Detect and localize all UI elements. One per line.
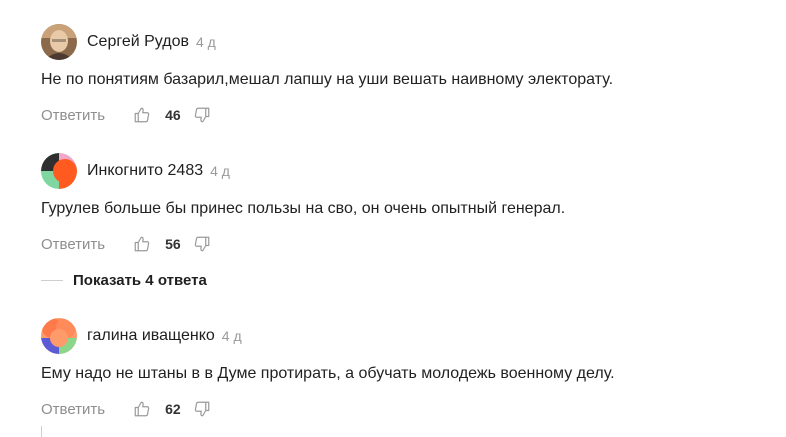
avatar[interactable] (41, 153, 77, 189)
avatar[interactable] (41, 318, 77, 354)
comment-actions: Ответить 46 (41, 104, 761, 126)
comment-header: Инкогнито 2483 4 д (41, 153, 761, 189)
like-count: 56 (165, 236, 181, 252)
comment: галина иващенко 4 д Ему надо не штаны в … (41, 318, 761, 420)
like-button[interactable]: 56 (133, 235, 181, 253)
reply-button[interactable]: Ответить (41, 401, 105, 418)
show-replies-button[interactable]: Показать 4 ответа (73, 272, 207, 289)
thumb-down-icon (194, 401, 210, 417)
thread-connector (41, 279, 63, 281)
comment-header: Сергей Рудов 4 д (41, 24, 761, 60)
author-name[interactable]: Инкогнито 2483 (87, 162, 203, 180)
author-name[interactable]: Сергей Рудов (87, 33, 189, 51)
comment-actions: Ответить 56 (41, 233, 761, 255)
reply-button[interactable]: Ответить (41, 236, 105, 253)
thumb-down-icon (194, 107, 210, 123)
thumb-up-icon (134, 107, 150, 123)
thumb-down-icon (194, 236, 210, 252)
comment-time: 4 д (210, 163, 230, 179)
author-name[interactable]: галина иващенко (87, 327, 215, 345)
comment-time: 4 д (196, 34, 216, 50)
thumb-up-icon (134, 401, 150, 417)
dislike-button[interactable] (193, 106, 211, 124)
comment-time: 4 д (221, 328, 242, 344)
avatar[interactable] (41, 24, 77, 60)
show-replies[interactable]: Показать 4 ответа (41, 270, 207, 290)
dislike-button[interactable] (193, 400, 211, 418)
comment: Сергей Рудов 4 д Не по понятиям базарил,… (41, 24, 761, 126)
like-count: 46 (165, 107, 181, 123)
comment-text: Ему надо не штаны в в Думе протирать, а … (41, 365, 615, 382)
comment: Инкогнито 2483 4 д Гурулев больше бы при… (41, 153, 761, 255)
like-count: 62 (165, 401, 181, 417)
reply-button[interactable]: Ответить (41, 107, 105, 124)
comment-text: Гурулев больше бы принес пользы на сво, … (41, 200, 566, 217)
dislike-button[interactable] (193, 235, 211, 253)
comment-actions: Ответить 62 (41, 398, 761, 420)
thread-line (41, 426, 42, 437)
like-button[interactable]: 46 (133, 106, 181, 124)
comment-text: Не по понятиям базарил,мешал лапшу на уш… (41, 71, 614, 88)
comment-header: галина иващенко 4 д (41, 318, 761, 354)
like-button[interactable]: 62 (133, 400, 181, 418)
thumb-up-icon (134, 236, 150, 252)
